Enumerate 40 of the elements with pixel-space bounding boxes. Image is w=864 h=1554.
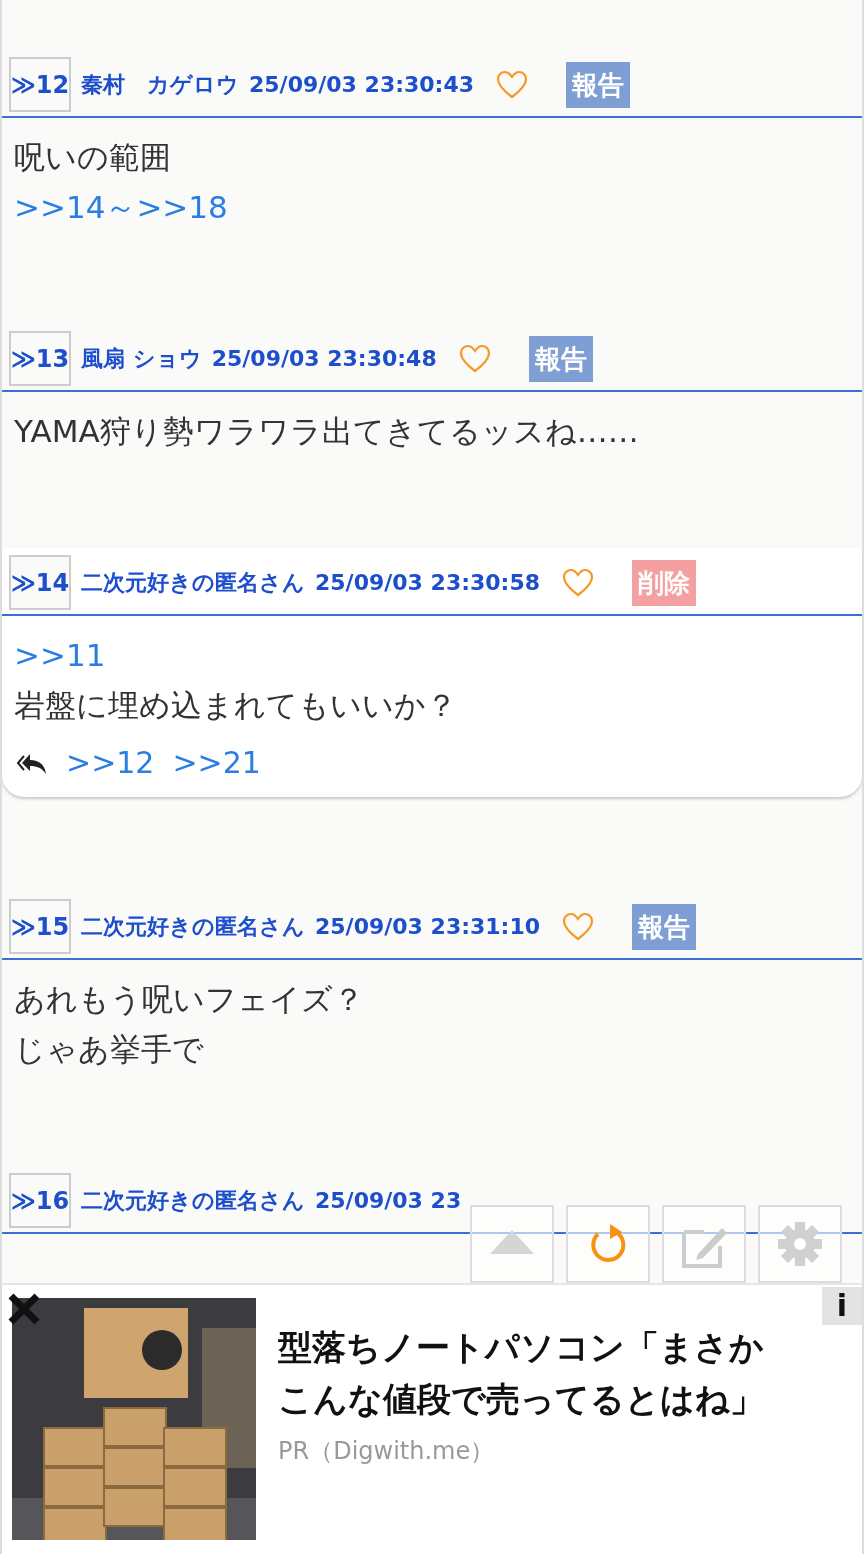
edit-button[interactable] xyxy=(662,1205,746,1283)
post-number-link[interactable]: ≫16 xyxy=(9,1173,71,1228)
post-text: 岩盤に埋め込まれてもいいか？ xyxy=(14,686,458,725)
settings-button[interactable] xyxy=(758,1205,842,1283)
report-button[interactable]: 報告 xyxy=(528,335,593,382)
post-datetime: 25/09/03 23:30:43 xyxy=(249,71,475,99)
reply-link[interactable]: >>12 xyxy=(66,740,155,785)
post-datetime: 25/09/03 23:30:48 xyxy=(211,345,437,373)
poster-name: 二次元好きの匿名さん xyxy=(81,569,305,597)
info-button[interactable]: i xyxy=(822,1287,862,1325)
post-text: 呪いの範囲 xyxy=(14,138,172,177)
poster-name: 秦村 カゲロウ xyxy=(81,71,239,99)
close-icon[interactable] xyxy=(6,1291,42,1327)
post-datetime: 25/09/03 23:30:58 xyxy=(315,569,541,597)
ad-source: PR（Digwith.me） xyxy=(278,1436,496,1467)
post-number-link[interactable]: ≫13 xyxy=(9,331,71,386)
post-text: YAMA狩り勢ワラワラ出てきてるッスね…… xyxy=(14,412,640,451)
heart-icon[interactable] xyxy=(496,69,529,100)
reload-button[interactable] xyxy=(566,1205,650,1283)
post-number-link[interactable]: ≫12 xyxy=(9,57,71,112)
post-number-link[interactable]: ≫15 xyxy=(9,899,71,954)
scroll-top-button[interactable] xyxy=(470,1205,554,1283)
post-number-link[interactable]: ≫14 xyxy=(9,555,71,610)
poster-name: 二次元好きの匿名さん xyxy=(81,1187,305,1215)
reply-link[interactable]: >>11 xyxy=(14,630,850,680)
post-datetime: 25/09/03 23:31:10 xyxy=(315,913,541,941)
poster-name: 二次元好きの匿名さん xyxy=(81,913,305,941)
heart-icon[interactable] xyxy=(562,567,595,598)
post-text: あれもう呪いフェイズ？ xyxy=(14,980,365,1019)
post-datetime: 25/09/03 23 xyxy=(315,1187,462,1215)
ad-title: 型落ちノートパソコン「まさかこんな値段で売ってるとはね」 xyxy=(278,1326,765,1421)
reply-link[interactable]: >>21 xyxy=(172,740,261,785)
report-button[interactable]: 報告 xyxy=(566,61,631,108)
poster-name: 風扇 ショウ xyxy=(81,345,202,373)
heart-icon[interactable] xyxy=(458,343,491,374)
report-button[interactable]: 報告 xyxy=(632,903,697,950)
reply-link[interactable]: >>14～>>18 xyxy=(14,182,850,232)
ad-banner[interactable]: 型落ちノートパソコン「まさかこんな値段で売ってるとはね」 PR（Digwith.me） i xyxy=(2,1283,862,1554)
post-text: じゃあ挙手で xyxy=(14,1030,205,1069)
heart-icon[interactable] xyxy=(562,911,595,942)
